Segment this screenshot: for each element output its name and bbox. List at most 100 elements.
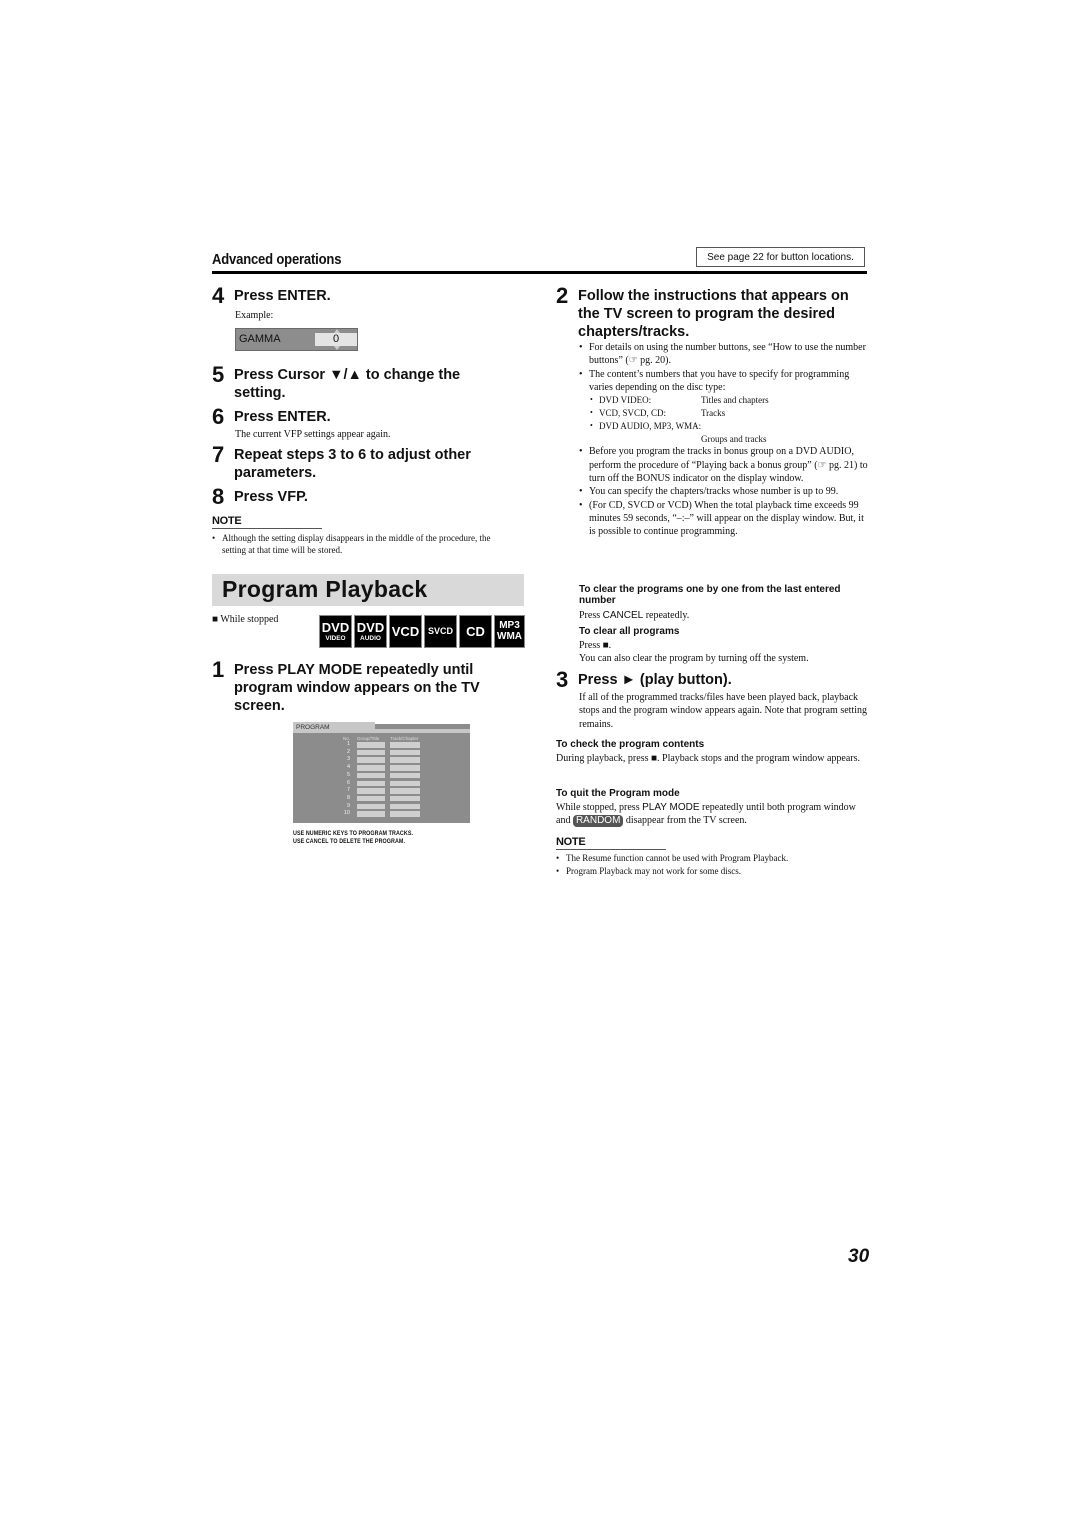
row-number: 8	[346, 794, 350, 801]
group-title-field[interactable]	[357, 803, 385, 810]
gamma-display: GAMMA 0	[235, 328, 358, 351]
row-number: 6	[346, 779, 350, 786]
group-title-field[interactable]	[357, 765, 385, 771]
bullet-item: For details on using the number buttons,…	[579, 341, 869, 368]
group-title-field[interactable]	[357, 757, 385, 763]
group-title-field[interactable]	[357, 742, 385, 748]
program-row: 8	[293, 795, 470, 803]
bullet-item: Before you program the tracks in bonus g…	[579, 445, 869, 485]
tab-line	[375, 729, 470, 733]
quit-text: While stopped, press PLAY MODE repeatedl…	[556, 802, 856, 828]
step-6: 6 Press ENTER.	[212, 404, 512, 429]
tv-msg-line: USE CANCEL TO DELETE THE PROGRAM.	[293, 838, 406, 845]
step-number: 4	[212, 283, 225, 308]
step-title: Repeat steps 3 to 6 to adjust other para…	[234, 447, 471, 481]
track-chapter-field[interactable]	[390, 780, 420, 786]
step-6-desc: The current VFP settings appear again.	[235, 429, 391, 440]
clear-all-heading: To clear all programs	[579, 626, 680, 637]
note-rule	[212, 528, 322, 529]
group-title-field[interactable]	[357, 811, 385, 817]
step-title: Press VFP.	[234, 489, 308, 505]
check-text: During playback, press ■. Playback stops…	[556, 753, 861, 764]
row-number: 10	[343, 810, 350, 817]
step-2-bullets: For details on using the number buttons,…	[579, 341, 869, 538]
step-number: 1	[212, 657, 225, 682]
program-tab: PROGRAM	[293, 722, 375, 733]
bullet-item: The content’s numbers that you have to s…	[579, 368, 869, 395]
section-label: Advanced operations	[212, 252, 342, 268]
track-chapter-field[interactable]	[390, 757, 420, 763]
track-chapter-field[interactable]	[390, 795, 420, 802]
step-5: 5 Press Cursor ▼/▲ to change the setting…	[212, 363, 502, 402]
program-row: 4	[293, 764, 470, 772]
svcd-icon: SVCD	[424, 615, 457, 648]
group-title-field[interactable]	[357, 788, 385, 794]
while-stopped-label: ■ While stopped	[212, 614, 279, 625]
note-item: Program Playback may not work for some d…	[556, 865, 871, 878]
program-row: 6	[293, 780, 470, 788]
note-heading: NOTE	[212, 515, 242, 527]
step-1: 1 Press PLAY MODE repeatedly until progr…	[212, 657, 512, 715]
step-number: 6	[212, 404, 225, 429]
header-rule	[212, 271, 867, 274]
step-title: Press Cursor ▼/▲ to change the setting.	[234, 367, 461, 401]
random-indicator: RANDOM	[572, 815, 624, 828]
track-chapter-field[interactable]	[390, 742, 420, 748]
step-number: 8	[212, 484, 225, 509]
cd-icon: CD	[459, 615, 492, 648]
program-row: 5	[293, 772, 470, 780]
group-title-field[interactable]	[357, 772, 385, 779]
bullet-item: (For CD, SVCD or VCD) When the total pla…	[579, 499, 869, 539]
disc-type-row: DVD AUDIO, MP3, WMA:	[579, 420, 869, 433]
note-item: Although the setting display disappears …	[212, 532, 502, 556]
bullet-item: You can specify the chapters/tracks whos…	[579, 485, 869, 499]
step-3: 3 Press ► (play button).	[556, 668, 856, 692]
step-title: Press ► (play button).	[578, 672, 732, 688]
group-title-field[interactable]	[357, 780, 385, 786]
program-row: 9	[293, 803, 470, 811]
check-heading: To check the program contents	[556, 739, 705, 750]
group-title-field[interactable]	[357, 749, 385, 756]
note-heading: NOTE	[556, 836, 586, 848]
tv-instructions: USE NUMERIC KEYS TO PROGRAM TRACKS. USE …	[293, 830, 413, 846]
vcd-icon: VCD	[389, 615, 422, 648]
note-list: The Resume function cannot be used with …	[556, 852, 871, 878]
page-number: 30	[848, 1246, 870, 1267]
step-title: Press ENTER.	[234, 288, 331, 304]
track-chapter-field[interactable]	[390, 749, 420, 756]
note-item: The Resume function cannot be used with …	[556, 852, 871, 865]
tv-msg-line: USE NUMERIC KEYS TO PROGRAM TRACKS.	[293, 830, 414, 837]
program-playback-banner: Program Playback	[212, 574, 524, 606]
row-number: 3	[346, 756, 350, 763]
track-chapter-field[interactable]	[390, 765, 420, 771]
mp3-wma-icon: MP3 WMA	[494, 615, 525, 648]
clear-one-text: Press CANCEL repeatedly.	[579, 610, 690, 621]
note-rule	[556, 849, 666, 850]
example-label: Example:	[235, 310, 274, 321]
track-chapter-field[interactable]	[390, 811, 420, 817]
group-title-field[interactable]	[357, 795, 385, 802]
clear-one-heading: To clear the programs one by one from th…	[579, 584, 841, 606]
quit-heading: To quit the Program mode	[556, 788, 680, 799]
program-row: 3	[293, 756, 470, 764]
disc-type-row: DVD VIDEO:Titles and chapters	[579, 394, 869, 407]
row-number: 2	[346, 748, 350, 755]
step-3-desc: If all of the programmed tracks/files ha…	[579, 692, 867, 730]
track-chapter-field[interactable]	[390, 788, 420, 794]
dvd-video-icon: DVD VIDEO	[319, 615, 352, 648]
dvd-audio-icon: DVD AUDIO	[354, 615, 387, 648]
row-number: 5	[346, 771, 350, 778]
step-number: 7	[212, 442, 225, 467]
disc-type-content: Groups and tracks	[701, 433, 767, 444]
gamma-label: GAMMA	[239, 333, 281, 345]
row-number: 9	[346, 802, 350, 809]
program-row: 7	[293, 787, 470, 795]
track-chapter-field[interactable]	[390, 772, 420, 779]
row-number: 4	[346, 764, 350, 771]
track-chapter-field[interactable]	[390, 803, 420, 810]
step-7: 7 Repeat steps 3 to 6 to adjust other pa…	[212, 442, 512, 482]
disc-type-row: VCD, SVCD, CD:Tracks	[579, 407, 869, 420]
clear-all-text: Press ■. You can also clear the program …	[579, 640, 809, 665]
disc-type-icons: DVD VIDEO DVD AUDIO VCD SVCD CD MP3 WMA	[319, 615, 525, 648]
cancel-button-ref: CANCEL	[602, 610, 644, 621]
